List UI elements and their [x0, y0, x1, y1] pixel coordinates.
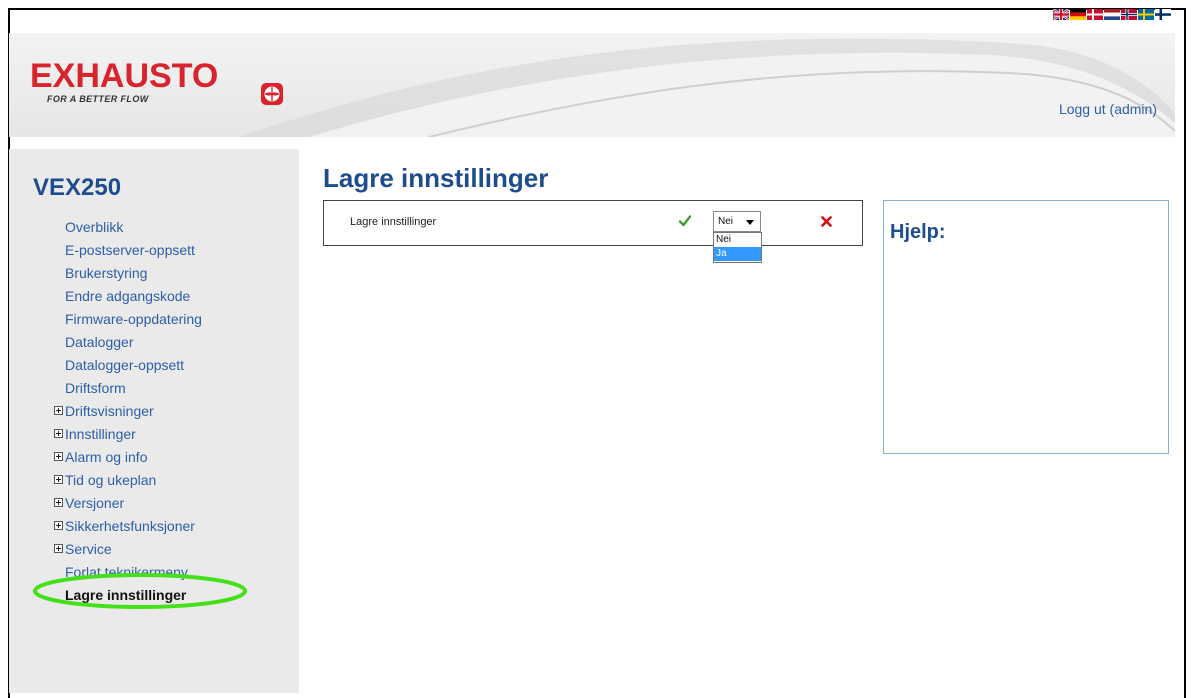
option-nei[interactable]: Nei: [714, 233, 761, 247]
gb-flag-icon[interactable]: [1053, 9, 1069, 20]
sidebar-item-time-schedule[interactable]: Tid og ukeplan: [9, 469, 202, 492]
sidebar-item-change-password[interactable]: Endre adgangskode: [9, 285, 202, 308]
option-ja[interactable]: Ja: [714, 247, 761, 261]
highlight-ellipse-annotation: [33, 573, 247, 609]
sidebar-item-datalogger[interactable]: Datalogger: [9, 331, 202, 354]
sidebar-item-operation-mode[interactable]: Driftsform: [9, 377, 202, 400]
help-panel: Hjelp:: [883, 200, 1169, 454]
device-title: VEX250: [33, 174, 122, 201]
checkmark-icon[interactable]: [679, 215, 691, 227]
sidebar-item-email-server[interactable]: E-postserver-oppsett: [9, 239, 202, 262]
expand-icon[interactable]: [54, 406, 63, 416]
no-flag-icon[interactable]: [1121, 9, 1137, 20]
sidebar-item-label: Tid og ukeplan: [65, 472, 157, 488]
setting-row: Lagre innstillinger Nei Nei Ja: [323, 200, 863, 263]
brand-logo: EXHAUSTO FOR A BETTER FLOW: [30, 59, 218, 104]
chevron-down-icon: [746, 220, 754, 225]
sidebar-item-safety-functions[interactable]: Sikkerhetsfunksjoner: [9, 515, 202, 538]
expand-icon[interactable]: [54, 429, 63, 439]
sidebar-item-alarm-info[interactable]: Alarm og info: [9, 446, 202, 469]
fi-flag-icon[interactable]: [1155, 9, 1171, 20]
header-banner: EXHAUSTO FOR A BETTER FLOW Logg ut (admi…: [9, 33, 1175, 137]
help-title: Hjelp:: [890, 221, 946, 243]
sidebar-item-label: Sikkerhetsfunksjoner: [65, 518, 195, 534]
page-title: Lagre innstillinger: [323, 163, 549, 193]
sidebar-item-versions[interactable]: Versjoner: [9, 492, 202, 515]
se-flag-icon[interactable]: [1138, 9, 1154, 20]
sidebar-item-label: Driftsvisninger: [65, 403, 154, 419]
sidebar-item-overblikk[interactable]: Overblikk: [9, 216, 202, 239]
brand-name: EXHAUSTO: [30, 57, 219, 95]
brand-tagline: FOR A BETTER FLOW: [47, 94, 149, 104]
setting-label: Lagre innstillinger: [350, 216, 437, 228]
dk-flag-icon[interactable]: [1087, 9, 1103, 20]
nl-flag-icon[interactable]: [1104, 9, 1120, 20]
expand-icon[interactable]: [54, 475, 63, 485]
sidebar-item-datalogger-setup[interactable]: Datalogger-oppsett: [9, 354, 202, 377]
language-selector: [1053, 9, 1171, 20]
sidebar-nav: Overblikk E-postserver-oppsett Brukersty…: [9, 216, 202, 607]
expand-icon[interactable]: [54, 452, 63, 462]
de-flag-icon[interactable]: [1070, 9, 1086, 20]
sidebar-item-label: Service: [65, 541, 112, 557]
select-value: Nei: [718, 216, 734, 227]
sidebar-item-operation-views[interactable]: Driftsvisninger: [9, 400, 202, 423]
logout-link[interactable]: Logg ut (admin): [1059, 101, 1157, 117]
sidebar-item-label: Alarm og info: [65, 449, 148, 465]
save-settings-select[interactable]: Nei: [713, 211, 761, 232]
select-dropdown-list: Nei Ja: [713, 232, 762, 263]
sidebar-item-label: Innstillinger: [65, 426, 136, 442]
brand-mark-icon: [261, 83, 283, 105]
sidebar-item-user-management[interactable]: Brukerstyring: [9, 262, 202, 285]
sidebar-item-settings[interactable]: Innstillinger: [9, 423, 202, 446]
expand-icon[interactable]: [54, 498, 63, 508]
sidebar-item-firmware-update[interactable]: Firmware-oppdatering: [9, 308, 202, 331]
expand-icon[interactable]: [54, 544, 63, 554]
sidebar-item-service[interactable]: Service: [9, 538, 202, 561]
sidebar-item-label: Versjoner: [65, 495, 125, 511]
close-icon[interactable]: [821, 216, 832, 227]
expand-icon[interactable]: [54, 521, 63, 531]
